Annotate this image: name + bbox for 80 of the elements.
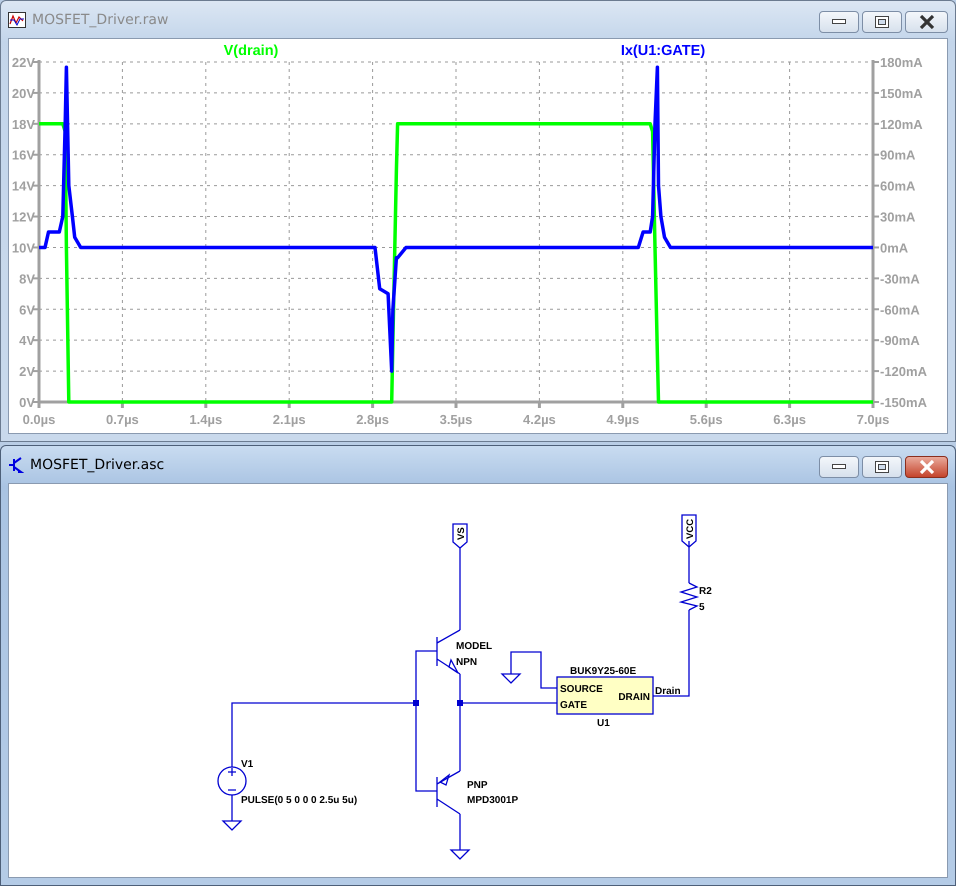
y-tick-label: 0V <box>19 395 35 410</box>
y-tick-label: 20V <box>12 86 35 101</box>
transistor-icon <box>8 456 24 474</box>
y-tick-label: -90mA <box>880 333 920 348</box>
pin-label: DRAIN <box>618 692 650 703</box>
net-flag-shape <box>452 523 468 549</box>
voltage-source-symbol <box>217 766 247 796</box>
y-tick-label: 120mA <box>880 116 923 132</box>
pin-label: SOURCE <box>560 684 603 695</box>
window-title: MOSFET_Driver.asc <box>30 456 164 472</box>
wire <box>459 814 461 850</box>
x-tick-label: 4.2µs <box>523 412 556 427</box>
y-tick-label: -150mA <box>880 395 927 410</box>
y-tick-label: 16V <box>12 148 35 163</box>
close-button[interactable] <box>905 11 948 33</box>
wire <box>510 651 557 689</box>
x-tick-label: 3.5µs <box>440 412 472 427</box>
ground-symbol <box>500 673 522 684</box>
y-tick-label: 0mA <box>880 240 908 256</box>
component-label: MODEL <box>456 641 492 652</box>
ground-symbol <box>221 820 243 831</box>
x-tick-label: 6.3µs <box>773 412 806 427</box>
y-tick-label: 150mA <box>880 86 923 101</box>
minimize-icon <box>832 19 846 25</box>
x-tick-label: 0.0µs <box>22 412 56 427</box>
y-tick-label: 60mA <box>880 178 916 194</box>
x-tick-label: 4.9µs <box>606 412 640 427</box>
y-tick-label: 90mA <box>880 148 916 163</box>
minimize-button[interactable] <box>819 456 859 478</box>
net-flag-label: VS <box>456 527 467 540</box>
y-tick-label: -60mA <box>880 302 920 318</box>
net-flag-label: VCC <box>685 518 696 539</box>
x-tick-label: 1.4µs <box>189 412 222 427</box>
x-tick-label: 5.6µs <box>690 412 723 427</box>
maximize-icon <box>875 16 889 28</box>
x-tick-label: 2.1µs <box>272 412 306 427</box>
waveform-icon <box>8 12 26 28</box>
maximize-button[interactable] <box>862 11 902 33</box>
window-title: MOSFET_Driver.raw <box>32 12 168 28</box>
y-tick-label: 12V <box>12 210 35 225</box>
part-label: BUK9Y25-60E <box>570 666 636 677</box>
y-tick-label: 22V <box>12 55 35 70</box>
model-label: PNP <box>467 780 488 791</box>
y-tick-label: 2V <box>19 364 35 380</box>
wire <box>688 541 690 583</box>
x-tick-label: 0.7µs <box>106 412 139 427</box>
close-icon <box>918 460 934 474</box>
value-label: 5 <box>699 602 705 613</box>
close-button[interactable] <box>905 456 948 478</box>
net-flag-shape <box>681 514 697 548</box>
y-tick-label: 180mA <box>880 55 923 70</box>
y-tick-label: 14V <box>12 178 35 194</box>
pin-label: GATE <box>560 700 588 711</box>
maximize-icon <box>875 461 889 473</box>
y-tick-label: -30mA <box>880 271 920 286</box>
trace-label[interactable]: Ix(U1:GATE) <box>620 43 706 59</box>
value-label: PULSE(0 5 0 0 0 2.5u 5u) <box>241 795 358 806</box>
ground-symbol <box>449 849 471 860</box>
reference-label: V1 <box>241 759 254 770</box>
y-tick-label: 4V <box>19 333 35 348</box>
y-tick-label: 30mA <box>880 210 916 225</box>
x-tick-label: 2.8µs <box>356 412 389 427</box>
reference-label: U1 <box>597 718 610 729</box>
net-label: Drain <box>655 686 681 697</box>
wire <box>231 795 233 821</box>
minimize-icon <box>832 464 846 470</box>
model-label: NPN <box>456 657 478 668</box>
y-tick-label: 18V <box>12 116 35 132</box>
pnp-transistor-symbol <box>436 770 461 815</box>
maximize-button[interactable] <box>862 456 902 478</box>
resistor-symbol <box>678 582 700 611</box>
close-icon <box>918 15 934 29</box>
minimize-button[interactable] <box>819 11 859 33</box>
y-tick-label: 10V <box>12 240 35 256</box>
model-label: MPD3001P <box>467 795 518 806</box>
y-tick-label: 6V <box>19 302 35 318</box>
x-tick-label: 7.0µs <box>856 412 890 427</box>
y-tick-label: -120mA <box>880 364 927 380</box>
reference-label: R2 <box>699 586 712 597</box>
y-tick-label: 8V <box>19 271 35 286</box>
